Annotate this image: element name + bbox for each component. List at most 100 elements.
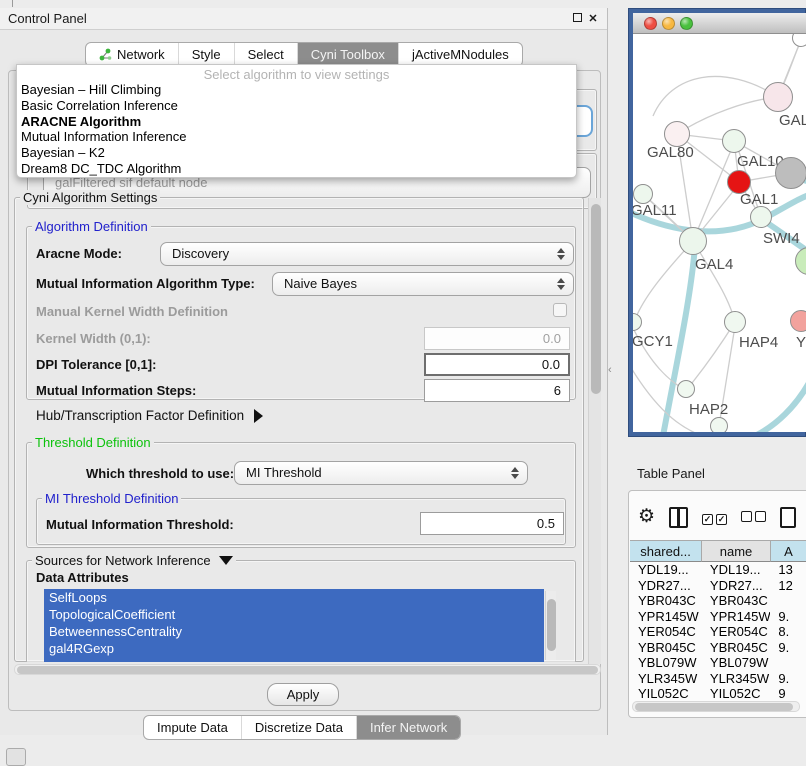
- tab-discretize-data[interactable]: Discretize Data: [241, 716, 356, 739]
- algorithm-option[interactable]: ARACNE Algorithm: [17, 114, 576, 130]
- attribute-item[interactable]: TopologicalCoefficient: [44, 606, 544, 623]
- tab-cyni-toolbox[interactable]: Cyni Toolbox: [297, 43, 398, 66]
- mi-steps-field[interactable]: 6: [424, 379, 570, 402]
- table-panel-toolbar: ⚙ ✓✓: [638, 500, 806, 534]
- control-panel-window: Control Panel ✕ Network StyleSelectCyni T…: [0, 8, 608, 735]
- node-attribute-table[interactable]: shared...nameA YDL19...YDL19...13YDR27..…: [630, 540, 806, 699]
- gal11-node[interactable]: [633, 184, 653, 204]
- tab-impute-data[interactable]: Impute Data: [144, 716, 241, 739]
- mac-minimize-icon[interactable]: [662, 17, 675, 30]
- algorithm-option[interactable]: Bayesian – Hill Climbing: [17, 82, 576, 98]
- algorithm-option[interactable]: Mutual Information Inference: [17, 129, 576, 145]
- aracne-mode-combo[interactable]: Discovery: [160, 242, 574, 266]
- close-window-icon[interactable]: ✕: [587, 13, 599, 25]
- table-row[interactable]: YIL052CYIL052C9: [630, 686, 806, 699]
- settings-vertical-scrollbar[interactable]: [588, 198, 601, 664]
- network-canvas[interactable]: GALGAL80GAL10GAL1GAL11SWI4GAL4GCY1HAP4YH…: [633, 34, 806, 432]
- minimized-panel-button[interactable]: [6, 748, 26, 766]
- gal-node[interactable]: [763, 82, 793, 112]
- table-cell: YBR043C: [702, 593, 770, 609]
- tab-infer-network[interactable]: Infer Network: [356, 716, 460, 739]
- panel-splitter-handle[interactable]: ‹: [608, 364, 622, 378]
- column-header-shared[interactable]: shared...: [630, 540, 702, 562]
- table-row[interactable]: YDL19...YDL19...13: [630, 562, 806, 578]
- attribute-item[interactable]: gal4RGexp: [44, 640, 544, 657]
- node-label-hap4: HAP4: [739, 334, 778, 351]
- table-horizontal-scrollbar[interactable]: [632, 701, 800, 712]
- mi-threshold-field[interactable]: 0.5: [420, 512, 564, 535]
- node-label-gal11: GAL11: [633, 202, 677, 219]
- apply-button[interactable]: Apply: [267, 683, 339, 706]
- algorithm-option[interactable]: Bayesian – K2: [17, 145, 576, 161]
- float-window-icon[interactable]: [571, 13, 583, 25]
- table-row[interactable]: YBL079WYBL079W: [630, 655, 806, 671]
- sources-title: Sources for Network Inference: [35, 553, 211, 568]
- mi-threshold-definition-title: MI Threshold Definition: [42, 491, 181, 506]
- kernel-width-label: Kernel Width (0,1):: [36, 331, 151, 346]
- unlabeled-node[interactable]: [710, 417, 728, 432]
- mi-type-combo[interactable]: Naive Bayes: [272, 272, 574, 296]
- top-edge-tick: [12, 0, 13, 7]
- gal10-node[interactable]: [722, 129, 746, 153]
- tab-select[interactable]: Select: [234, 43, 297, 66]
- table-panel-title: Table Panel: [637, 466, 705, 481]
- attribute-item[interactable]: BetweennessCentrality: [44, 623, 544, 640]
- mac-close-icon[interactable]: [644, 17, 657, 30]
- table-cell: YLR345W: [630, 671, 702, 687]
- node-label-swi4: SWI4: [763, 230, 800, 247]
- table-cell: YBL079W: [630, 655, 702, 671]
- tab-network[interactable]: Network: [86, 43, 178, 66]
- hub-definition-toggle[interactable]: Hub/Transcription Factor Definition: [36, 408, 263, 423]
- gal4-node[interactable]: [679, 227, 707, 255]
- network-icon: [99, 48, 112, 61]
- deselect-all-columns-icon[interactable]: [741, 510, 766, 525]
- split-pane-icon[interactable]: [669, 507, 688, 528]
- sources-title-toggle[interactable]: Sources for Network Inference: [32, 553, 236, 568]
- settings-horizontal-scrollbar[interactable]: [14, 664, 601, 675]
- table-cell: YBR045C: [702, 640, 770, 656]
- control-panel-titlebar: [0, 8, 607, 30]
- table-row[interactable]: YBR045CYBR045C9.: [630, 640, 806, 656]
- control-panel-title: Control Panel: [8, 11, 87, 26]
- table-cell: YBR045C: [630, 640, 702, 656]
- table-body: YDL19...YDL19...13YDR27...YDR27...12YBR0…: [630, 562, 806, 699]
- kernel-width-field[interactable]: 0.0: [424, 327, 570, 350]
- unlabeled-node[interactable]: [775, 157, 806, 189]
- table-cell: YPR145W: [630, 609, 702, 625]
- dpi-tolerance-field[interactable]: 0.0: [424, 353, 570, 376]
- network-window-titlebar: [633, 13, 806, 34]
- table-row[interactable]: YBR043CYBR043C: [630, 593, 806, 609]
- attribute-list-scrollbar[interactable]: [545, 591, 556, 660]
- table-cell: [770, 655, 806, 671]
- manual-kernel-checkbox[interactable]: [553, 303, 567, 317]
- algorithm-option[interactable]: Dream8 DC_TDC Algorithm: [17, 161, 576, 177]
- tab-jactivemnodules[interactable]: jActiveMNodules: [398, 43, 522, 66]
- node-label-gal: GAL: [779, 112, 806, 129]
- table-row[interactable]: YPR145WYPR145W9.: [630, 609, 806, 625]
- algorithm-option[interactable]: Basic Correlation Inference: [17, 98, 576, 114]
- table-cell: YIL052C: [702, 686, 770, 699]
- table-row[interactable]: YLR345WYLR345W9.: [630, 671, 806, 687]
- tab-style[interactable]: Style: [178, 43, 234, 66]
- which-threshold-combo[interactable]: MI Threshold: [234, 461, 528, 485]
- document-icon[interactable]: [780, 507, 796, 528]
- column-header-a[interactable]: A: [771, 540, 806, 562]
- y-node[interactable]: [790, 310, 806, 332]
- mi-type-label: Mutual Information Algorithm Type:: [36, 276, 255, 291]
- table-cell: 9.: [770, 640, 806, 656]
- gear-icon[interactable]: ⚙: [638, 507, 655, 527]
- column-header-name[interactable]: name: [702, 540, 771, 562]
- attribute-item[interactable]: SelfLoops: [44, 589, 544, 606]
- table-cell: [770, 593, 806, 609]
- hap2-node[interactable]: [677, 380, 695, 398]
- mi-threshold-label: Mutual Information Threshold:: [46, 517, 234, 532]
- tab-label: Network: [117, 43, 165, 66]
- hap4-node[interactable]: [724, 311, 746, 333]
- data-attributes-list[interactable]: SelfLoopsTopologicalCoefficientBetweenne…: [44, 589, 544, 662]
- swi4-node[interactable]: [750, 206, 772, 228]
- table-cell: YBL079W: [702, 655, 770, 671]
- table-row[interactable]: YER054CYER054C8.: [630, 624, 806, 640]
- mac-zoom-icon[interactable]: [680, 17, 693, 30]
- select-all-columns-icon[interactable]: ✓✓: [702, 510, 727, 525]
- table-row[interactable]: YDR27...YDR27...12: [630, 578, 806, 594]
